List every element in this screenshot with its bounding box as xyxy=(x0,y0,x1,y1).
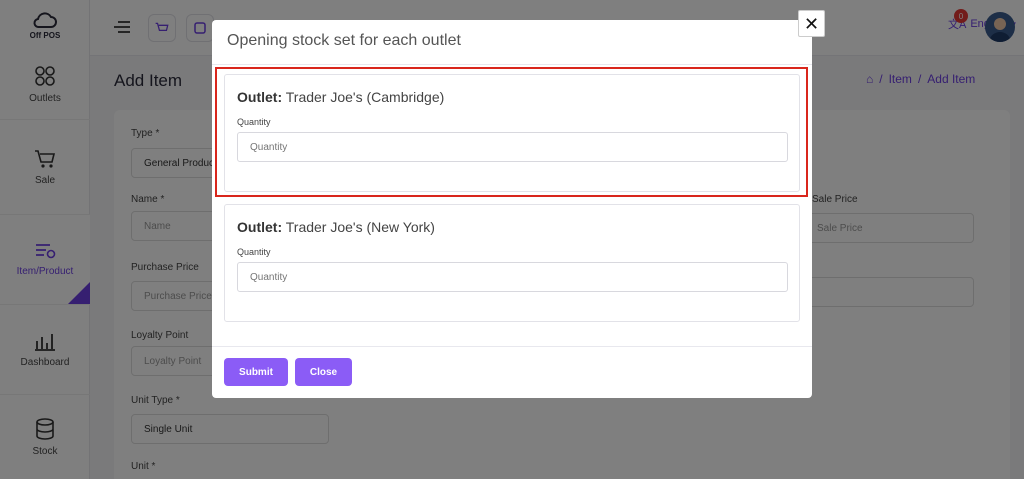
divider xyxy=(212,346,812,347)
quantity-input[interactable] xyxy=(237,262,788,292)
submit-button[interactable]: Submit xyxy=(224,358,288,386)
outlet-name: Trader Joe's (New York) xyxy=(285,219,435,235)
outlet-prefix: Outlet: xyxy=(237,219,283,235)
opening-stock-modal: Opening stock set for each outlet Outlet… xyxy=(212,20,812,398)
divider xyxy=(212,64,812,65)
outlet-card: Outlet: Trader Joe's (New York) Quantity xyxy=(224,204,800,322)
outlet-prefix: Outlet: xyxy=(237,89,283,105)
quantity-input[interactable] xyxy=(237,132,788,162)
outlet-name: Trader Joe's (Cambridge) xyxy=(285,89,445,105)
close-button[interactable]: Close xyxy=(295,358,352,386)
close-icon[interactable]: ✕ xyxy=(798,10,825,37)
quantity-label: Quantity xyxy=(237,117,271,127)
outlet-title: Outlet: Trader Joe's (Cambridge) xyxy=(237,89,444,105)
outlet-card: Outlet: Trader Joe's (Cambridge) Quantit… xyxy=(224,74,800,192)
modal-title: Opening stock set for each outlet xyxy=(227,32,461,49)
outlet-title: Outlet: Trader Joe's (New York) xyxy=(237,219,435,235)
quantity-label: Quantity xyxy=(237,247,271,257)
